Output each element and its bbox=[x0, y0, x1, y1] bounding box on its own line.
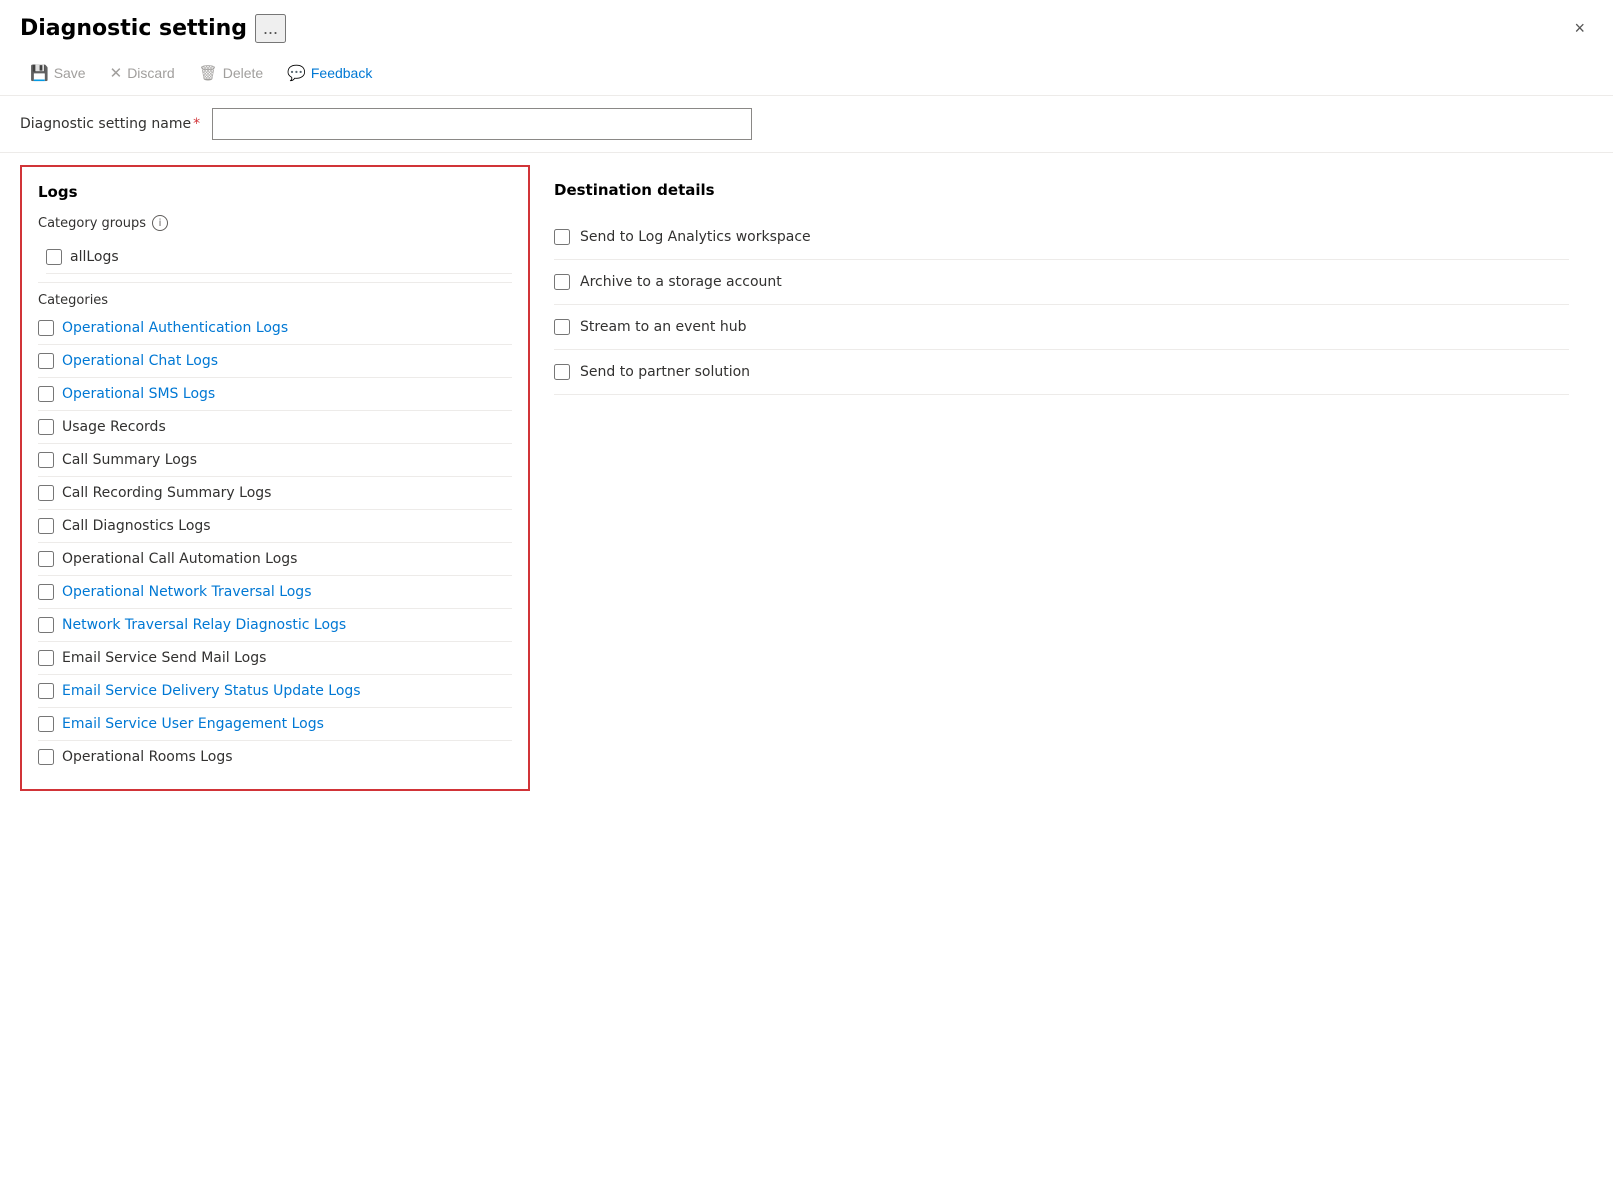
checkbox-cat14[interactable] bbox=[38, 749, 54, 765]
label-cat14: Operational Rooms Logs bbox=[62, 749, 233, 765]
category-row: Operational SMS Logs bbox=[38, 378, 512, 411]
category-row: Email Service Delivery Status Update Log… bbox=[38, 675, 512, 708]
label-cat6: Call Recording Summary Logs bbox=[62, 485, 271, 501]
delete-icon: 🗑 bbox=[199, 64, 218, 82]
checkbox-cat3[interactable] bbox=[38, 386, 54, 402]
destination-title: Destination details bbox=[554, 181, 1569, 199]
category-row: Network Traversal Relay Diagnostic Logs bbox=[38, 609, 512, 642]
discard-icon: ✕ bbox=[110, 64, 123, 82]
dest-label-dest3: Stream to an event hub bbox=[580, 319, 746, 335]
label-cat10: Network Traversal Relay Diagnostic Logs bbox=[62, 617, 346, 633]
label-cat4: Usage Records bbox=[62, 419, 166, 435]
dest-label-dest2: Archive to a storage account bbox=[580, 274, 782, 290]
label-cat1: Operational Authentication Logs bbox=[62, 320, 288, 336]
checkbox-cat7[interactable] bbox=[38, 518, 54, 534]
label-cat9: Operational Network Traversal Logs bbox=[62, 584, 312, 600]
logs-panel-title: Logs bbox=[38, 183, 512, 201]
checkbox-cat1[interactable] bbox=[38, 320, 54, 336]
category-row: Email Service Send Mail Logs bbox=[38, 642, 512, 675]
destination-row: Send to Log Analytics workspace bbox=[554, 215, 1569, 260]
checkbox-cat12[interactable] bbox=[38, 683, 54, 699]
save-icon: 💾 bbox=[30, 64, 49, 82]
feedback-icon: 💬 bbox=[287, 64, 306, 82]
label-cat8: Operational Call Automation Logs bbox=[62, 551, 297, 567]
label-cat12: Email Service Delivery Status Update Log… bbox=[62, 683, 361, 699]
feedback-button[interactable]: 💬 Feedback bbox=[277, 59, 382, 87]
dest-checkbox-dest4[interactable] bbox=[554, 364, 570, 380]
checkbox-cat6[interactable] bbox=[38, 485, 54, 501]
checkbox-cat2[interactable] bbox=[38, 353, 54, 369]
checkbox-cat8[interactable] bbox=[38, 551, 54, 567]
main-content: Logs Category groups i allLogs Categorie… bbox=[0, 153, 1613, 791]
setting-name-row: Diagnostic setting name* bbox=[0, 96, 1613, 153]
category-groups-label: Category groups i bbox=[38, 215, 512, 231]
categories-label: Categories bbox=[38, 293, 512, 308]
alllogs-checkbox[interactable] bbox=[46, 249, 62, 265]
checkbox-cat5[interactable] bbox=[38, 452, 54, 468]
destination-panel: Destination details Send to Log Analytic… bbox=[530, 165, 1593, 791]
label-cat5: Call Summary Logs bbox=[62, 452, 197, 468]
dest-label-dest1: Send to Log Analytics workspace bbox=[580, 229, 811, 245]
category-row: Call Diagnostics Logs bbox=[38, 510, 512, 543]
toolbar: 💾 Save ✕ Discard 🗑 Delete 💬 Feedback bbox=[0, 53, 1613, 96]
destination-row: Send to partner solution bbox=[554, 350, 1569, 395]
checkbox-cat13[interactable] bbox=[38, 716, 54, 732]
ellipsis-button[interactable]: ... bbox=[255, 14, 286, 43]
label-cat2: Operational Chat Logs bbox=[62, 353, 218, 369]
save-button[interactable]: 💾 Save bbox=[20, 59, 96, 87]
category-row: Call Recording Summary Logs bbox=[38, 477, 512, 510]
category-row: Email Service User Engagement Logs bbox=[38, 708, 512, 741]
page-title: Diagnostic setting bbox=[20, 16, 247, 41]
dest-checkbox-dest1[interactable] bbox=[554, 229, 570, 245]
close-button[interactable]: × bbox=[1566, 14, 1593, 43]
required-star: * bbox=[193, 116, 200, 132]
categories-list: Operational Authentication Logs Operation… bbox=[38, 312, 512, 773]
destinations-list: Send to Log Analytics workspace Archive t… bbox=[554, 215, 1569, 395]
discard-button[interactable]: ✕ Discard bbox=[100, 59, 185, 87]
dest-label-dest4: Send to partner solution bbox=[580, 364, 750, 380]
delete-button[interactable]: 🗑 Delete bbox=[189, 59, 274, 87]
destination-row: Archive to a storage account bbox=[554, 260, 1569, 305]
alllogs-row: allLogs bbox=[46, 241, 512, 274]
label-cat7: Call Diagnostics Logs bbox=[62, 518, 211, 534]
destination-row: Stream to an event hub bbox=[554, 305, 1569, 350]
category-row: Usage Records bbox=[38, 411, 512, 444]
label-cat13: Email Service User Engagement Logs bbox=[62, 716, 324, 732]
category-row: Operational Rooms Logs bbox=[38, 741, 512, 773]
setting-name-label: Diagnostic setting name* bbox=[20, 116, 200, 132]
category-row: Operational Authentication Logs bbox=[38, 312, 512, 345]
dest-checkbox-dest3[interactable] bbox=[554, 319, 570, 335]
setting-name-input[interactable] bbox=[212, 108, 752, 140]
category-row: Operational Network Traversal Logs bbox=[38, 576, 512, 609]
label-cat11: Email Service Send Mail Logs bbox=[62, 650, 266, 666]
category-groups-info-icon[interactable]: i bbox=[152, 215, 168, 231]
checkbox-cat4[interactable] bbox=[38, 419, 54, 435]
logs-panel: Logs Category groups i allLogs Categorie… bbox=[20, 165, 530, 791]
category-row: Operational Call Automation Logs bbox=[38, 543, 512, 576]
checkbox-cat11[interactable] bbox=[38, 650, 54, 666]
category-row: Call Summary Logs bbox=[38, 444, 512, 477]
checkbox-cat9[interactable] bbox=[38, 584, 54, 600]
category-row: Operational Chat Logs bbox=[38, 345, 512, 378]
dest-checkbox-dest2[interactable] bbox=[554, 274, 570, 290]
label-cat3: Operational SMS Logs bbox=[62, 386, 215, 402]
section-divider bbox=[38, 282, 512, 283]
checkbox-cat10[interactable] bbox=[38, 617, 54, 633]
alllogs-label: allLogs bbox=[70, 249, 119, 265]
title-bar: Diagnostic setting ... × bbox=[0, 0, 1613, 53]
